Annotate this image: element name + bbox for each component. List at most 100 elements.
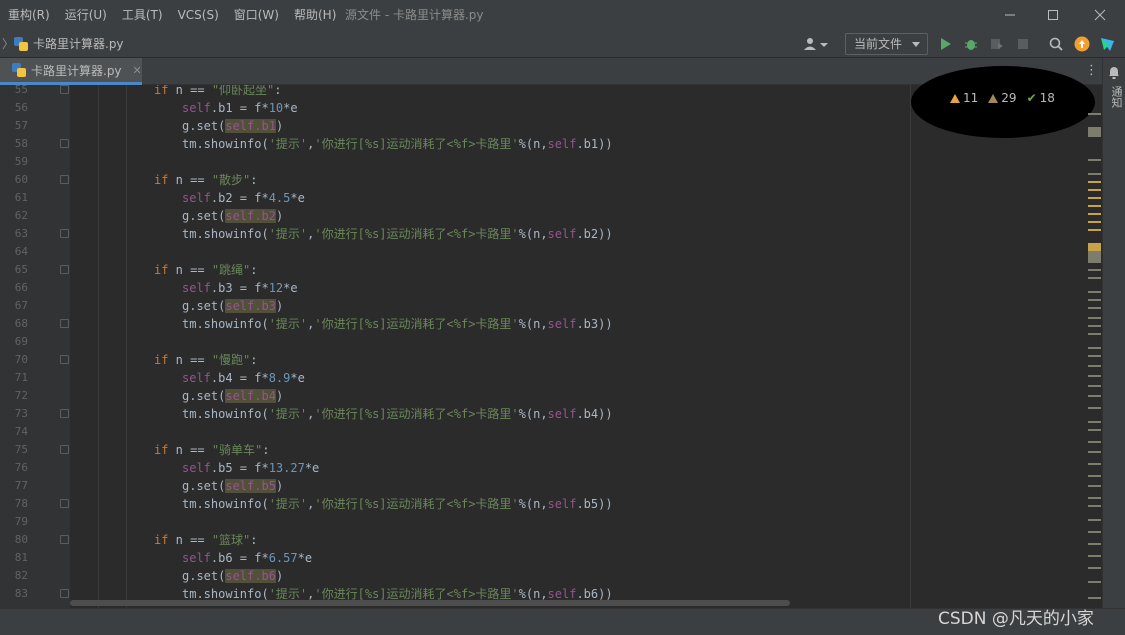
bell-icon[interactable] [1108, 66, 1120, 82]
code-token: '你进行[%s]运动消耗了<%f>卡路里' [314, 497, 519, 511]
notifications-tool-label[interactable]: 通知 [1108, 86, 1124, 108]
stripe-marker[interactable] [1088, 407, 1101, 409]
code-token: : [250, 173, 258, 187]
stripe-marker[interactable] [1088, 325, 1101, 327]
line-number: 69 [14, 335, 28, 348]
right-margin-guide [910, 85, 911, 608]
stripe-marker[interactable] [1088, 531, 1101, 533]
stripe-marker[interactable] [1088, 299, 1101, 301]
code-token: 8.9 [268, 371, 291, 385]
stripe-marker[interactable] [1088, 375, 1101, 377]
menu-run[interactable]: 运行(U) [57, 0, 114, 30]
stripe-marker[interactable] [1088, 421, 1101, 423]
stripe-marker[interactable] [1088, 291, 1101, 293]
stripe-marker[interactable] [1088, 333, 1101, 335]
stripe-marker[interactable] [1088, 597, 1101, 599]
stripe-marker[interactable] [1088, 173, 1101, 175]
stripe-marker[interactable] [1088, 475, 1101, 477]
code-token: self [182, 281, 211, 295]
stripe-marker[interactable] [1088, 113, 1101, 115]
menu-vcs[interactable]: VCS(S) [170, 0, 226, 30]
stripe-marker[interactable] [1088, 205, 1101, 207]
stop-icon [1018, 39, 1028, 49]
code-token: tm.showinfo( [182, 497, 269, 511]
stripe-marker[interactable] [1088, 355, 1101, 357]
stripe-marker[interactable] [1088, 261, 1101, 263]
stripe-marker[interactable] [1088, 395, 1101, 397]
stripe-marker[interactable] [1088, 159, 1101, 161]
stripe-marker[interactable] [1088, 213, 1101, 215]
run-button[interactable] [937, 35, 955, 53]
code-line: 62 g.set(self.b2) [0, 207, 910, 225]
stop-button[interactable] [1014, 35, 1032, 53]
line-number: 76 [14, 461, 28, 474]
stripe-marker[interactable] [1088, 519, 1101, 521]
typo-count[interactable]: ✔ 18 [1027, 91, 1055, 105]
code-token: .b2 = f* [210, 191, 269, 205]
stripe-marker[interactable] [1088, 277, 1101, 279]
editor-tab-active[interactable]: 卡路里计算器.py ✕ [0, 58, 142, 85]
code-token: '你进行[%s]运动消耗了<%f>卡路里' [314, 137, 519, 151]
stripe-marker[interactable] [1088, 229, 1101, 231]
stripe-marker[interactable] [1088, 497, 1101, 499]
stripe-marker[interactable] [1088, 347, 1101, 349]
code-token: %(n, [518, 407, 548, 421]
run-configuration-select[interactable]: 当前文件 [845, 33, 928, 55]
code-token: .b3)) [576, 317, 613, 331]
tab-close-icon[interactable]: ✕ [133, 64, 142, 77]
coverage-button[interactable] [988, 35, 1006, 53]
menu-refactor[interactable]: 重构(R) [0, 0, 57, 30]
update-button[interactable] [1073, 35, 1091, 53]
search-button[interactable] [1047, 35, 1065, 53]
stripe-marker[interactable] [1088, 197, 1101, 199]
stripe-marker[interactable] [1088, 307, 1101, 309]
code-text: self.b4 = f*8.9*e [182, 369, 305, 387]
horizontal-scrollbar[interactable] [70, 600, 790, 606]
stripe-marker[interactable] [1088, 251, 1101, 261]
debug-button[interactable] [962, 35, 980, 53]
menu-help[interactable]: 帮助(H) [286, 0, 343, 30]
close-window-button[interactable] [1077, 0, 1123, 30]
stripe-marker[interactable] [1088, 365, 1101, 367]
stripe-marker[interactable] [1088, 317, 1101, 319]
fold-marker-icon [60, 319, 69, 328]
minimize-button[interactable] [987, 0, 1033, 30]
weak-warning-count[interactable]: 29 [988, 91, 1017, 105]
code-token: '提示' [268, 407, 308, 421]
stripe-marker[interactable] [1088, 181, 1101, 183]
code-token: '你进行[%s]运动消耗了<%f>卡路里' [314, 407, 519, 421]
code-editor[interactable]: 55 if n == "仰卧起坐": 56 self.b1 = f*10*e 57 g.s… [0, 85, 1102, 608]
stripe-marker[interactable] [1088, 505, 1101, 507]
stripe-marker[interactable] [1088, 429, 1101, 431]
stripe-marker[interactable] [1088, 189, 1101, 191]
stripe-marker[interactable] [1088, 385, 1101, 387]
stripe-marker[interactable] [1088, 463, 1101, 465]
code-text: g.set(self.b1) [182, 117, 283, 135]
stripe-marker[interactable] [1088, 441, 1101, 443]
jetbrains-logo-icon[interactable] [1099, 35, 1117, 53]
inspection-widget[interactable]: 11 29 ✔ 18 [950, 90, 1055, 106]
stripe-marker[interactable] [1088, 555, 1101, 557]
line-number: 81 [14, 551, 28, 564]
code-token: n == [168, 85, 212, 97]
user-icon[interactable] [803, 35, 829, 53]
code-line: 81 self.b6 = f*6.57*e [0, 549, 910, 567]
stripe-marker[interactable] [1088, 485, 1101, 487]
stripe-marker[interactable] [1088, 221, 1101, 223]
code-token: %(n, [518, 137, 548, 151]
breadcrumb-file[interactable]: 卡路里计算器.py [14, 35, 124, 52]
maximize-button[interactable] [1030, 0, 1076, 30]
warning-icon [950, 93, 960, 103]
warning-count[interactable]: 11 [950, 91, 978, 105]
stripe-marker[interactable] [1088, 543, 1101, 545]
window-title: 源文件 - 卡路里计算器.py [345, 8, 484, 22]
stripe-marker[interactable] [1088, 451, 1101, 453]
stripe-marker[interactable] [1088, 135, 1101, 137]
stripe-marker[interactable] [1088, 581, 1101, 583]
stripe-marker[interactable] [1088, 269, 1101, 271]
menu-tools[interactable]: 工具(T) [114, 0, 170, 30]
menu-window[interactable]: 窗口(W) [226, 0, 286, 30]
error-stripe[interactable] [1087, 85, 1102, 608]
code-token: '提示' [268, 587, 308, 601]
stripe-marker[interactable] [1088, 567, 1101, 569]
